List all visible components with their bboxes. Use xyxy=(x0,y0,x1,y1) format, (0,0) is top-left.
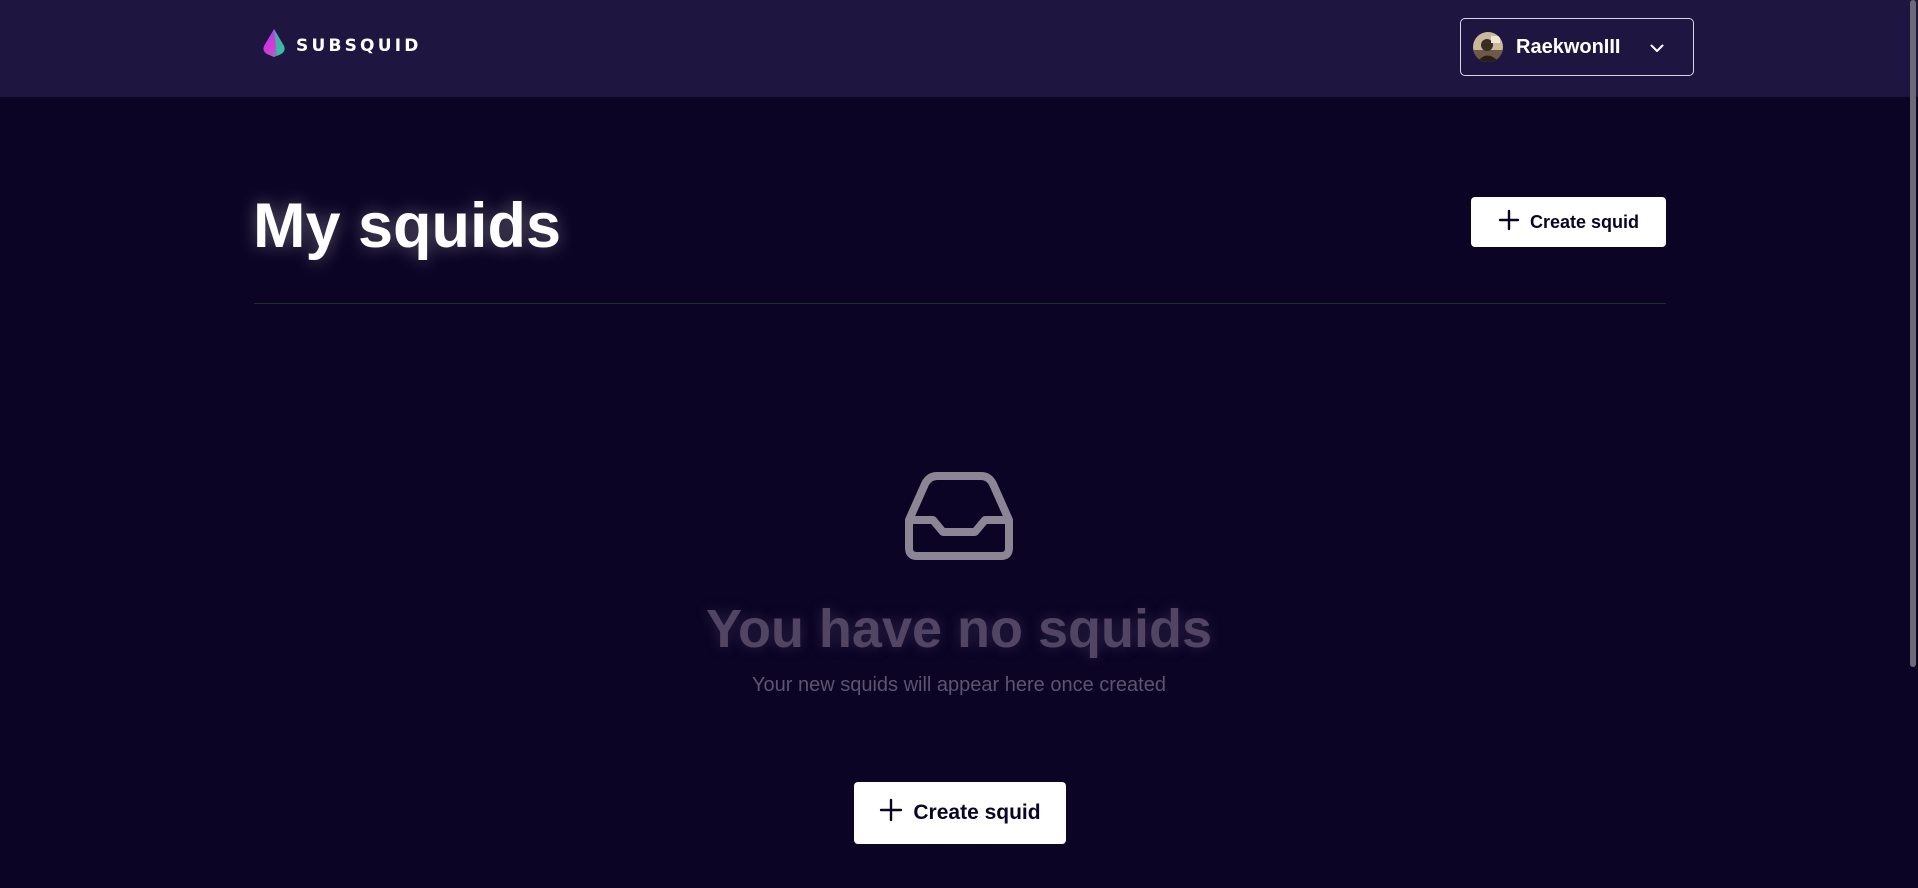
username: RaekwonIII xyxy=(1516,35,1621,58)
empty-state-subtitle: Your new squids will appear here once cr… xyxy=(752,674,1166,696)
page-title: My squids xyxy=(253,191,562,261)
create-squid-label: Create squid xyxy=(1529,211,1640,232)
inbox-icon xyxy=(903,468,1015,569)
page-scrollbar[interactable] xyxy=(1910,0,1916,667)
empty-state-title: You have no squids xyxy=(705,599,1213,659)
brand-logo[interactable]: SUBSQUID xyxy=(260,27,422,64)
top-navbar: SUBSQUID RaekwonIII xyxy=(0,0,1918,97)
create-squid-label: Create squid xyxy=(913,801,1041,824)
user-menu-button[interactable]: RaekwonIII xyxy=(1460,18,1694,76)
create-squid-button[interactable]: Create squid xyxy=(1471,197,1666,247)
create-squid-button-empty-state[interactable]: Create squid xyxy=(854,782,1066,844)
chevron-down-icon xyxy=(1649,40,1665,61)
subsquid-logo-icon xyxy=(260,27,288,64)
plus-icon xyxy=(879,798,903,828)
header-divider xyxy=(254,303,1666,304)
user-avatar xyxy=(1473,32,1503,62)
plus-icon xyxy=(1498,209,1520,236)
brand-name: SUBSQUID xyxy=(296,35,422,56)
